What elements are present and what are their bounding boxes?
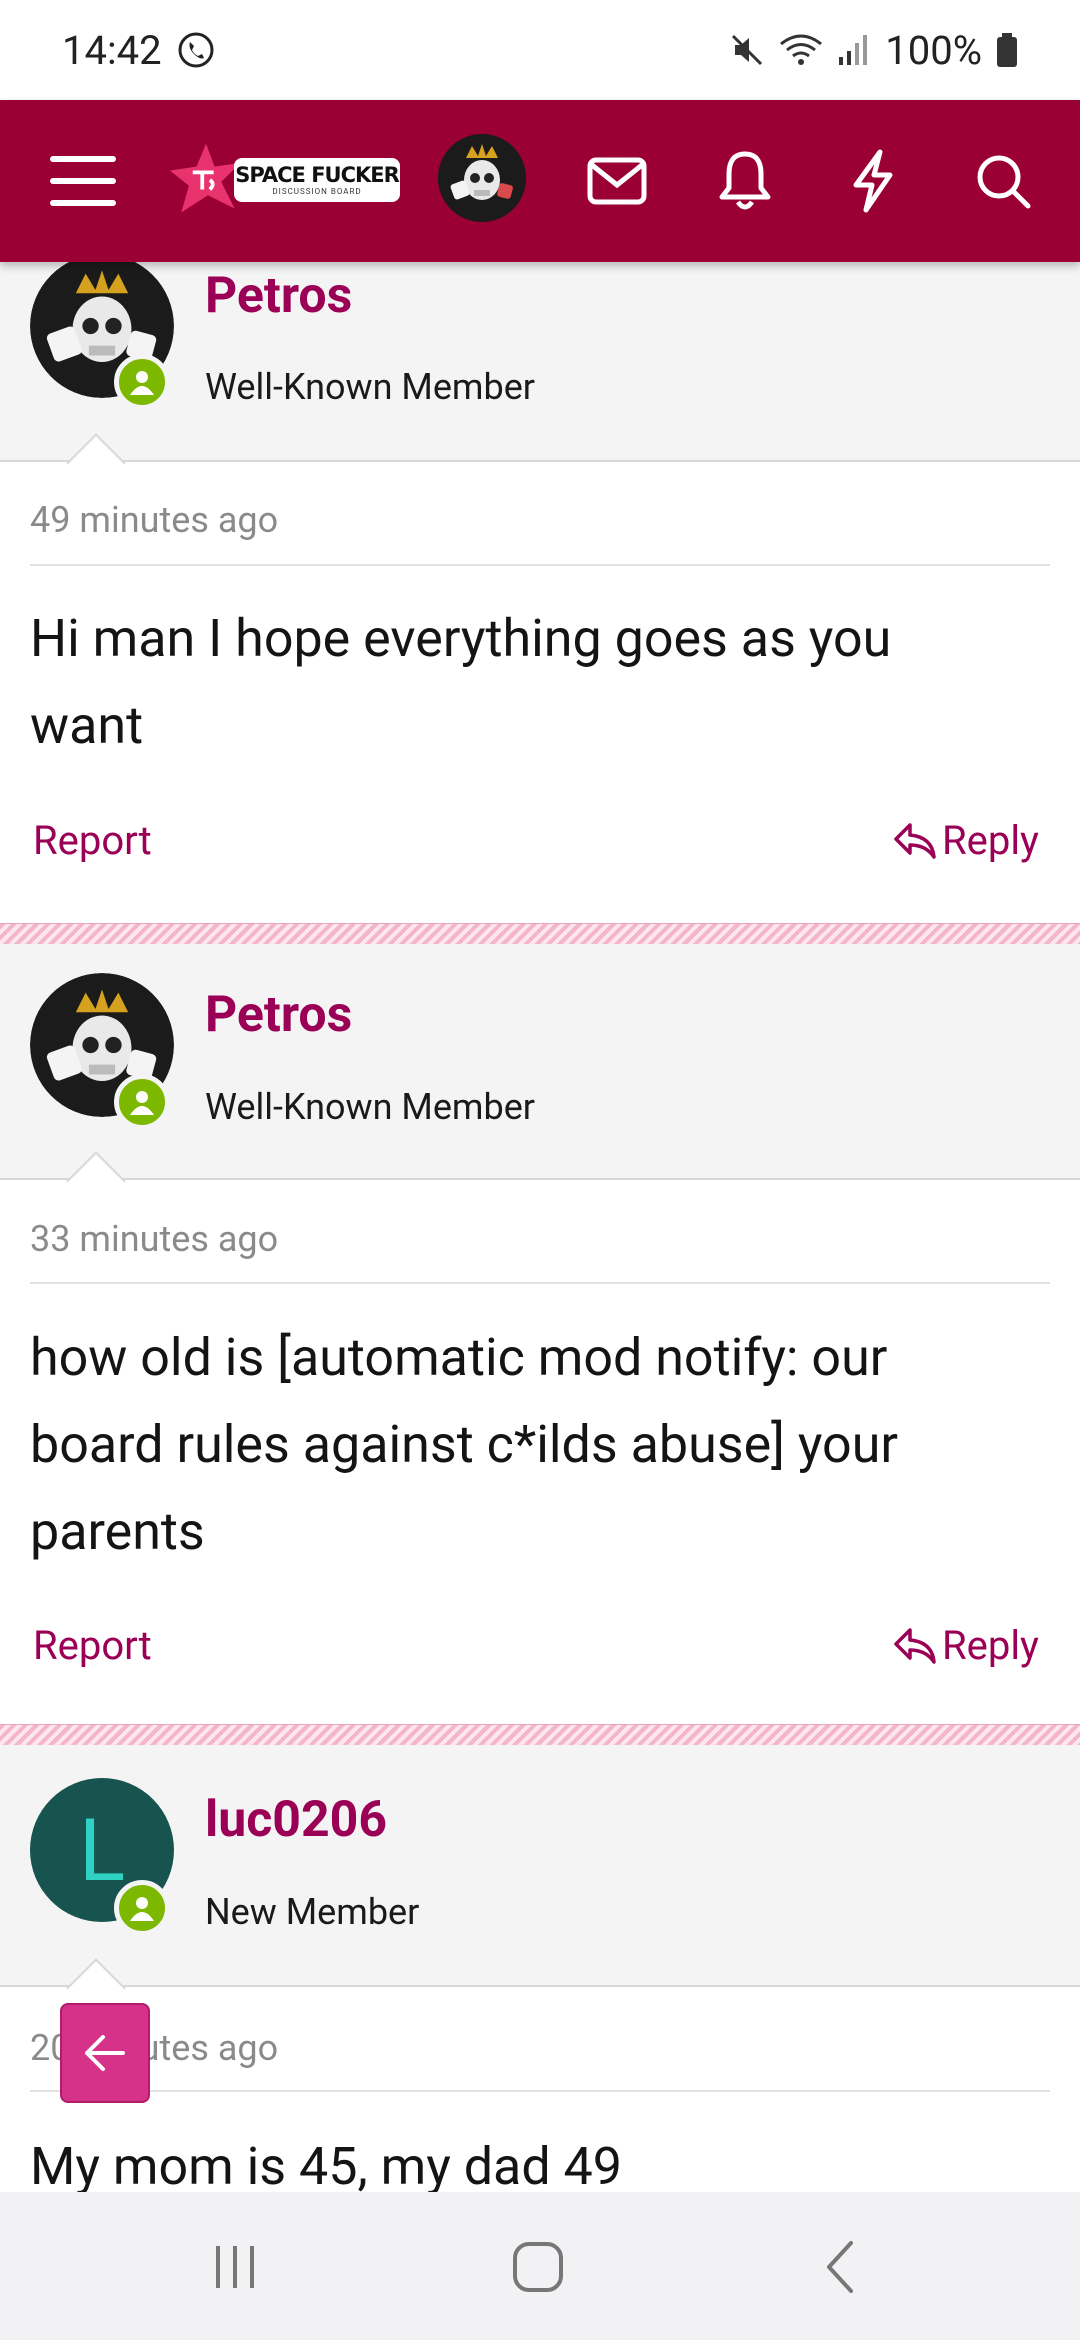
post: Petros Well-Known Member 33 minutes ago … <box>0 944 1080 1784</box>
post-body: Hi man I hope everything goes as you wan… <box>30 595 1040 769</box>
reply-button[interactable]: Reply <box>892 817 1039 864</box>
mute-icon <box>732 34 763 66</box>
account-avatar[interactable] <box>438 134 526 222</box>
reply-icon <box>894 1627 936 1664</box>
lightning-icon <box>853 149 893 213</box>
online-status-icon <box>114 1880 170 1936</box>
post-timestamp[interactable]: 49 minutes ago <box>30 499 278 541</box>
logo-title: SPACE FUCKER <box>235 162 400 187</box>
bell-icon <box>719 151 771 210</box>
user-title: New Member <box>205 1891 420 1933</box>
report-link[interactable]: Report <box>33 1622 152 1669</box>
home-icon <box>513 2242 563 2292</box>
post: Petros Well-Known Member 49 minutes ago … <box>0 262 1080 922</box>
battery-percent: 100% <box>885 26 982 74</box>
arrow-left-icon <box>85 2035 125 2071</box>
signal-icon <box>839 35 868 65</box>
post-user-block: Petros Well-Known Member <box>0 944 1080 1180</box>
inbox-button[interactable] <box>580 146 654 216</box>
reply-button[interactable]: Reply <box>892 1622 1039 1669</box>
username-link[interactable]: luc0206 <box>205 1791 387 1849</box>
divider <box>30 1282 1050 1284</box>
logo-star-icon <box>169 143 241 213</box>
status-bar: 14:42 100% <box>0 0 1080 100</box>
reply-label: Reply <box>942 1622 1039 1669</box>
avatar-letter: L <box>78 1799 126 1901</box>
search-icon <box>977 155 1031 209</box>
envelope-icon <box>587 157 647 205</box>
post-separator <box>0 1724 1080 1746</box>
post-body-line: Hi man I hope everything goes as you <box>30 608 892 669</box>
post-body-line: how old is [automatic mod notify: our <box>30 1327 888 1388</box>
recent-apps-icon <box>216 2246 254 2288</box>
skull-avatar-image <box>438 134 526 222</box>
online-status-icon <box>114 1074 170 1130</box>
call-icon <box>178 32 214 68</box>
back-button[interactable] <box>60 2003 150 2103</box>
post: L luc0206 New Member 20 minutes ago My m… <box>0 1745 1080 2192</box>
user-title: Well-Known Member <box>205 366 535 408</box>
reply-icon <box>894 822 936 859</box>
thread-content: Petros Well-Known Member 49 minutes ago … <box>0 262 1080 2192</box>
online-status-icon <box>114 354 170 410</box>
post-body: My mom is 45, my dad 49 <box>30 2123 1040 2192</box>
username-link[interactable]: Petros <box>205 267 352 325</box>
status-time: 14:42 <box>62 26 162 74</box>
wifi-icon <box>780 34 823 65</box>
report-link[interactable]: Report <box>33 817 152 864</box>
logo-subtitle: DISCUSSION BOARD <box>272 186 362 196</box>
recent-apps-button[interactable] <box>200 2232 270 2302</box>
post-body-line: parents <box>30 1501 205 1562</box>
back-chevron-icon <box>827 2241 853 2293</box>
home-button[interactable] <box>500 2232 576 2302</box>
battery-icon <box>997 33 1017 67</box>
search-button[interactable] <box>966 144 1040 218</box>
system-back-button[interactable] <box>806 2232 876 2302</box>
divider <box>30 564 1050 566</box>
site-header: SPACE FUCKER DISCUSSION BOARD <box>0 100 1080 262</box>
divider <box>30 2090 1050 2092</box>
site-logo[interactable]: SPACE FUCKER DISCUSSION BOARD <box>168 142 400 218</box>
post-body-line: board rules against c*ilds abuse] your <box>30 1414 899 1475</box>
hamburger-menu-icon <box>50 156 116 206</box>
reply-label: Reply <box>942 817 1039 864</box>
post-body: how old is [automatic mod notify: our bo… <box>30 1314 1040 1575</box>
post-timestamp[interactable]: 33 minutes ago <box>30 1218 278 1260</box>
system-navigation-bar <box>0 2192 1080 2340</box>
user-title: Well-Known Member <box>205 1086 535 1128</box>
post-body-line: My mom is 45, my dad 49 <box>30 2136 623 2192</box>
post-separator <box>0 923 1080 945</box>
whats-new-button[interactable] <box>838 144 908 218</box>
alerts-button[interactable] <box>708 144 782 218</box>
post-user-block: Petros Well-Known Member <box>0 262 1080 462</box>
menu-button[interactable] <box>38 145 128 217</box>
post-user-block: L luc0206 New Member <box>0 1745 1080 1987</box>
post-body-line: want <box>30 695 144 756</box>
username-link[interactable]: Petros <box>205 986 352 1044</box>
